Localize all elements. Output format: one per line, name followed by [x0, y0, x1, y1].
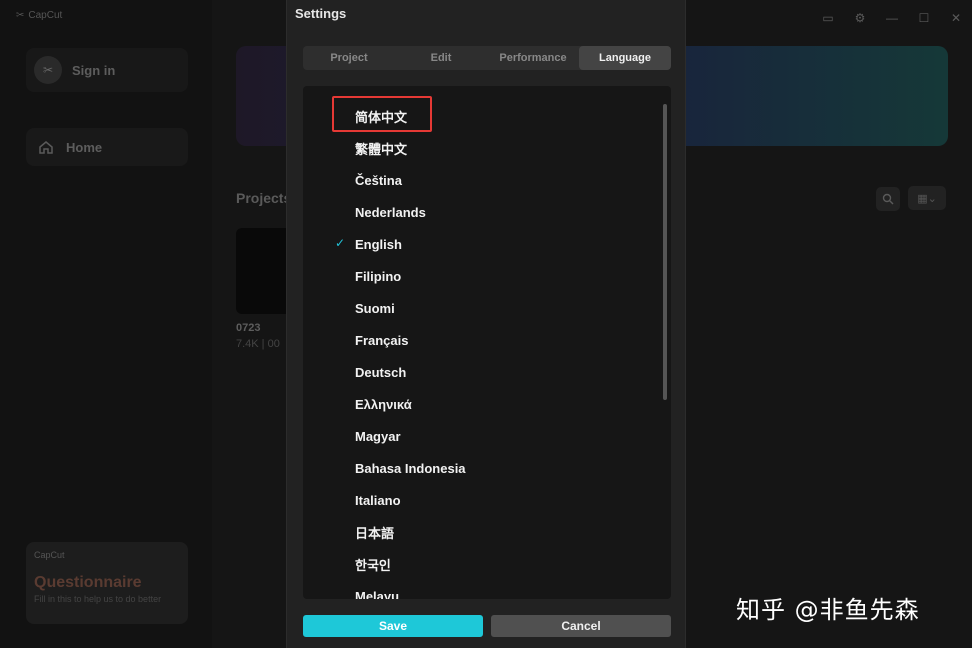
language-label: 繁體中文	[355, 141, 408, 157]
language-option-ja[interactable]: 日本語	[303, 516, 671, 548]
sidebar: ✂ CapCut ✂ Sign in Home CapCut Questionn…	[0, 0, 212, 648]
language-list-panel: 简体中文 繁體中文 Čeština Nederlands ✓ English F…	[303, 86, 671, 599]
project-meta: 7.4K | 00	[236, 338, 280, 350]
language-option-el[interactable]: Ελληνικά	[303, 388, 671, 420]
language-option-hu[interactable]: Magyar	[303, 420, 671, 452]
chevron-down-icon: ⌄	[927, 192, 937, 205]
checkmark-icon: ✓	[335, 236, 346, 250]
language-label: Ελληνικά	[355, 396, 412, 412]
avatar-icon: ✂	[34, 56, 62, 84]
tab-performance[interactable]: Performance	[487, 46, 579, 70]
language-label: Filipino	[355, 268, 402, 284]
language-option-de[interactable]: Deutsch	[303, 356, 671, 388]
language-option-nl[interactable]: Nederlands	[303, 196, 671, 228]
language-option-fil[interactable]: Filipino	[303, 260, 671, 292]
sign-in-label: Sign in	[72, 62, 116, 78]
sign-in-button[interactable]: ✂ Sign in	[26, 48, 188, 92]
language-option-ko[interactable]: 한국인	[303, 548, 671, 580]
language-option-zh-hant[interactable]: 繁體中文	[303, 132, 671, 164]
grid-icon: ▦	[917, 192, 928, 205]
tab-edit[interactable]: Edit	[395, 46, 487, 70]
language-label: 日本語	[355, 525, 395, 541]
save-button[interactable]: Save	[303, 615, 483, 637]
language-label: Magyar	[355, 428, 401, 444]
settings-dialog: Settings Project Edit Performance Langua…	[286, 0, 686, 648]
language-option-it[interactable]: Italiano	[303, 484, 671, 516]
window-controls: ▭ ⚙ — ☐ ✕	[812, 8, 972, 28]
questionnaire-title: Questionnaire	[34, 574, 142, 591]
capcut-logo-icon: ✂	[16, 10, 25, 21]
language-option-ms[interactable]: Melayu	[303, 580, 671, 600]
language-option-fi[interactable]: Suomi	[303, 292, 671, 324]
language-option-fr[interactable]: Français	[303, 324, 671, 356]
language-label: English	[355, 236, 402, 252]
language-label: Suomi	[355, 300, 395, 316]
questionnaire-logo: CapCut	[34, 550, 65, 560]
cancel-button[interactable]: Cancel	[491, 615, 671, 637]
minimize-icon[interactable]: —	[876, 8, 908, 28]
settings-tabs: Project Edit Performance Language	[303, 46, 671, 70]
language-label: Melayu	[355, 588, 400, 600]
language-option-en[interactable]: ✓ English	[303, 228, 671, 260]
language-option-zh-hans[interactable]: 简体中文	[303, 100, 671, 132]
language-label: 简体中文	[355, 109, 408, 125]
language-label: 한국인	[355, 557, 391, 573]
app-logo: ✂ CapCut	[16, 10, 63, 21]
language-label: Bahasa Indonesia	[355, 460, 466, 476]
search-button[interactable]	[876, 187, 900, 211]
view-toggle-button[interactable]: ▦ ⌄	[908, 186, 946, 210]
search-icon	[882, 193, 894, 205]
questionnaire-card[interactable]: CapCut Questionnaire Fill in this to hel…	[26, 542, 188, 624]
language-option-id[interactable]: Bahasa Indonesia	[303, 452, 671, 484]
language-label: Čeština	[355, 172, 402, 188]
language-label: Italiano	[355, 492, 401, 508]
language-label: Nederlands	[355, 204, 426, 220]
scrollbar[interactable]	[663, 104, 667, 400]
projects-title: Projects	[236, 190, 292, 206]
language-label: Français	[355, 332, 409, 348]
language-label: Deutsch	[355, 364, 407, 380]
tab-project[interactable]: Project	[303, 46, 395, 70]
tab-language[interactable]: Language	[579, 46, 671, 70]
home-label: Home	[66, 139, 103, 155]
maximize-icon[interactable]: ☐	[908, 8, 940, 28]
questionnaire-subtitle: Fill in this to help us to do better	[34, 594, 162, 604]
watermark: 知乎 @非鱼先森	[736, 596, 920, 624]
project-name: 0723	[236, 322, 261, 334]
home-icon	[39, 141, 53, 154]
feedback-icon[interactable]: ▭	[812, 8, 844, 28]
settings-icon[interactable]: ⚙	[844, 8, 876, 28]
language-list: 简体中文 繁體中文 Čeština Nederlands ✓ English F…	[303, 100, 671, 600]
dialog-title: Settings	[295, 6, 347, 21]
close-icon[interactable]: ✕	[940, 8, 972, 28]
project-thumbnail[interactable]	[236, 228, 292, 314]
sidebar-item-home[interactable]: Home	[26, 128, 188, 166]
language-option-cs[interactable]: Čeština	[303, 164, 671, 196]
